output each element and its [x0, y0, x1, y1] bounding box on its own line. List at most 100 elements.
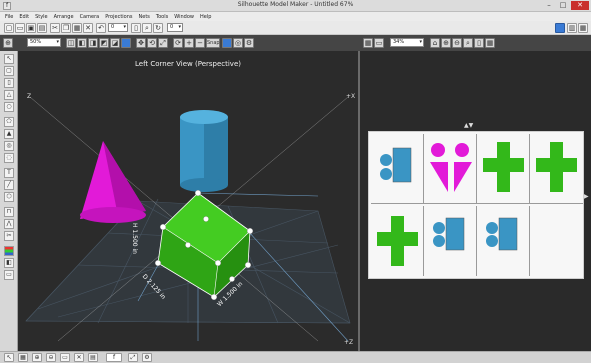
pyramid-tool-icon[interactable]: ▲: [4, 129, 14, 139]
copy-icon[interactable]: ❐: [61, 23, 71, 33]
text-tool-icon[interactable]: T: [4, 168, 14, 178]
menu-edit[interactable]: Edit: [19, 14, 29, 20]
zoom-in-icon[interactable]: +: [184, 38, 194, 48]
layout-quad-icon[interactable]: ▦: [578, 23, 588, 33]
status-zoom-field[interactable]: f: [106, 353, 122, 362]
view-corner-icon[interactable]: [121, 38, 131, 48]
menu-projections[interactable]: Projections: [105, 14, 132, 20]
cylinder-tool-icon[interactable]: ▯: [4, 78, 14, 88]
status-page-icon[interactable]: ▭: [60, 353, 70, 362]
net-piece[interactable]: [477, 206, 530, 276]
menu-nets[interactable]: Nets: [139, 14, 150, 20]
sphere-tool-icon[interactable]: ○: [4, 102, 14, 112]
orbit-icon[interactable]: ⟳: [173, 38, 183, 48]
minimize-button[interactable]: –: [543, 1, 555, 10]
move-icon[interactable]: ✥: [136, 38, 146, 48]
menu-window[interactable]: Window: [174, 14, 194, 20]
status-fit-icon[interactable]: ⤢: [128, 353, 138, 362]
fold-tool-icon[interactable]: ⋀: [4, 219, 14, 229]
status-delete-icon[interactable]: ✕: [74, 353, 84, 362]
undo-icon[interactable]: ↶: [96, 23, 106, 33]
rotate-icon[interactable]: ⟲: [147, 38, 157, 48]
view-top-icon[interactable]: ◪: [110, 38, 120, 48]
delete-icon[interactable]: ✕: [83, 23, 93, 33]
zoom-out-icon[interactable]: −: [195, 38, 205, 48]
status-zoom-in-icon[interactable]: ⊕: [32, 353, 42, 362]
menu-tools[interactable]: Tools: [156, 14, 168, 20]
net-piece[interactable]: [371, 206, 424, 276]
zoom-3d-combo[interactable]: 50% ▾: [27, 38, 61, 47]
view-front-icon[interactable]: ◫: [66, 38, 76, 48]
settings-icon[interactable]: ⚙: [244, 38, 254, 48]
fill-tool-icon[interactable]: ◧: [4, 258, 14, 268]
layout-split-icon[interactable]: ▥: [567, 23, 577, 33]
view-back-icon[interactable]: ◧: [77, 38, 87, 48]
zoom-fit-2d-icon[interactable]: ⌕: [463, 38, 473, 48]
grid-2d-icon[interactable]: ▦: [485, 38, 495, 48]
maximize-button[interactable]: □: [557, 1, 569, 10]
view-combo[interactable]: 0 ▾: [167, 23, 183, 32]
select-tool-icon[interactable]: ↖: [4, 54, 14, 64]
tab-tool-icon[interactable]: ⊓: [4, 207, 14, 217]
layout-single-icon[interactable]: [555, 23, 565, 33]
net-piece[interactable]: [424, 134, 477, 204]
status-grid-icon[interactable]: ▦: [18, 353, 28, 362]
net-piece[interactable]: [530, 134, 583, 204]
viewport-3d[interactable]: Left Corner View (Perspective) Z +X +Z H…: [18, 51, 358, 351]
viewport-2d[interactable]: ▲▼ ▶: [360, 51, 591, 351]
zoom-out-2d-icon[interactable]: ⊖: [452, 38, 462, 48]
menu-file[interactable]: File: [5, 14, 13, 20]
menu-style[interactable]: Style: [35, 14, 48, 20]
status-zoom-out-icon[interactable]: ⊖: [46, 353, 56, 362]
zoom-2d-combo[interactable]: 34% ▾: [390, 38, 424, 47]
print-icon[interactable]: ▤: [37, 23, 47, 33]
polygon-tool-icon[interactable]: ⬡: [4, 192, 14, 202]
prism-tool-icon[interactable]: ⬠: [4, 117, 14, 127]
cut-tool-icon[interactable]: ✂: [4, 231, 14, 241]
fit-icon[interactable]: ◎: [233, 38, 243, 48]
zoom-icon[interactable]: ⌕: [142, 23, 152, 33]
scale-icon[interactable]: ⤢: [158, 38, 168, 48]
cut-icon[interactable]: ✂: [50, 23, 60, 33]
arrange-2d-icon[interactable]: ▦: [363, 38, 373, 48]
view-left-icon[interactable]: ◨: [88, 38, 98, 48]
size-combo[interactable]: 0 ▾: [108, 23, 128, 32]
cone-object[interactable]: [80, 141, 146, 223]
refresh-icon[interactable]: ↻: [153, 23, 163, 33]
save-icon[interactable]: ▣: [26, 23, 36, 33]
menu-help[interactable]: Help: [200, 14, 211, 20]
color-palette-icon[interactable]: [4, 246, 14, 256]
scroll-up-icon[interactable]: ▲▼: [464, 122, 473, 129]
cone-tool-icon[interactable]: △: [4, 90, 14, 100]
net-piece[interactable]: [477, 134, 530, 204]
menu-arrange[interactable]: Arrange: [54, 14, 74, 20]
cylinder-object[interactable]: [180, 110, 228, 192]
paste-icon[interactable]: ▦: [72, 23, 82, 33]
cube-tool-icon[interactable]: ▢: [4, 66, 14, 76]
status-print-icon[interactable]: ▤: [88, 353, 98, 362]
line-tool-icon[interactable]: ╱: [4, 180, 14, 190]
zoom-3d-value: 50%: [30, 39, 42, 45]
tube-tool-icon[interactable]: ◌: [4, 153, 14, 163]
status-settings-icon[interactable]: ⚙: [142, 353, 152, 362]
net-piece[interactable]: [371, 134, 424, 204]
perspective-icon[interactable]: ⊕: [3, 38, 13, 48]
torus-tool-icon[interactable]: ◎: [4, 141, 14, 151]
snap-button[interactable]: Snap: [206, 38, 220, 48]
scroll-right-icon[interactable]: ▶: [584, 193, 589, 200]
text-icon[interactable]: ▯: [131, 23, 141, 33]
net-piece[interactable]: [424, 206, 477, 276]
stroke-tool-icon[interactable]: ▭: [4, 270, 14, 280]
open-icon[interactable]: ▭: [15, 23, 25, 33]
zoom-in-2d-icon[interactable]: ⊕: [441, 38, 451, 48]
view-right-icon[interactable]: ◩: [99, 38, 109, 48]
net-piece-empty: [530, 206, 583, 276]
sheet-2d-icon[interactable]: ▭: [374, 38, 384, 48]
new-icon[interactable]: ▢: [4, 23, 14, 33]
close-button[interactable]: ✕: [571, 1, 589, 10]
page-2d-icon[interactable]: ▯: [474, 38, 484, 48]
grid-toggle-icon[interactable]: [222, 38, 232, 48]
home-icon[interactable]: ⌂: [430, 38, 440, 48]
status-select-icon[interactable]: ↖: [4, 353, 14, 362]
menu-camera[interactable]: Camera: [80, 14, 100, 20]
